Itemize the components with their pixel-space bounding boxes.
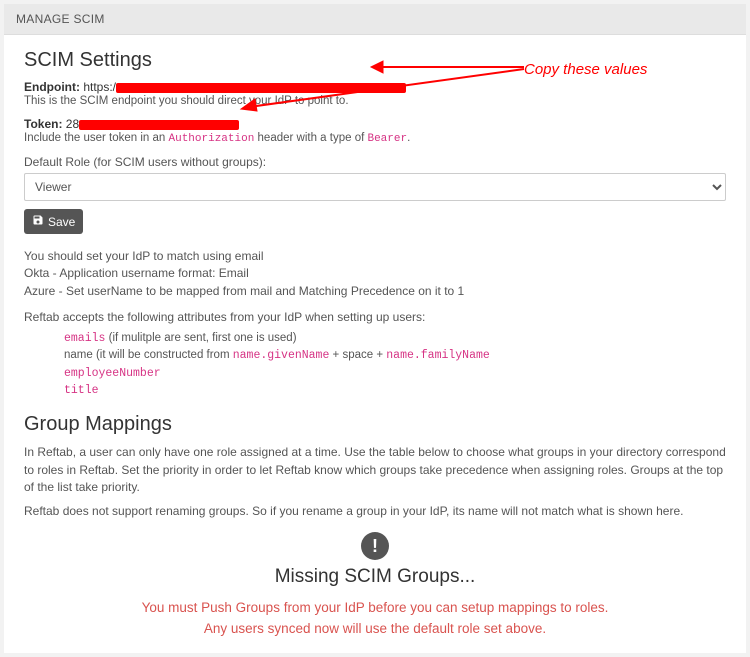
group-mappings-desc: In Reftab, a user can only have one role… <box>24 444 726 496</box>
attr-emails-rest: (if mulitple are sent, first one is used… <box>105 332 296 344</box>
attr-name-pre: name (it will be constructed from <box>64 349 233 361</box>
endpoint-label: Endpoint: <box>24 80 80 94</box>
attrs-list: emails (if mulitple are sent, first one … <box>64 330 726 399</box>
missing-groups-title: Missing SCIM Groups... <box>24 566 726 588</box>
attr-title: title <box>64 382 726 399</box>
attrs-intro: Reftab accepts the following attributes … <box>24 310 726 324</box>
attr-name: name (it will be constructed from name.g… <box>64 347 726 364</box>
idp-info-line2: Okta - Application username format: Emai… <box>24 265 726 282</box>
save-icon <box>32 214 44 229</box>
default-role-label: Default Role (for SCIM users without gro… <box>24 155 726 169</box>
exclamation-icon: ! <box>361 532 389 560</box>
attrs-block: Reftab accepts the following attributes … <box>24 310 726 399</box>
attr-title-code: title <box>64 384 99 397</box>
default-role-select[interactable]: Viewer <box>24 173 726 201</box>
token-line: Token: 28 <box>24 117 726 131</box>
missing-groups: ! Missing SCIM Groups... <box>24 532 726 588</box>
panel-title: MANAGE SCIM <box>4 4 746 35</box>
group-rename-note: Reftab does not support renaming groups.… <box>24 504 726 518</box>
arrow-icon-token <box>239 67 529 112</box>
attr-emails: emails (if mulitple are sent, first one … <box>64 330 726 347</box>
annotation-text: Copy these values <box>524 61 647 78</box>
attr-name-mid: + space + <box>329 349 386 361</box>
idp-info-line3: Azure - Set userName to be mapped from m… <box>24 283 726 300</box>
token-value-prefix: 28 <box>66 117 79 131</box>
red-line2: Any users synced now will use the defaul… <box>24 619 726 639</box>
attr-name-c2: name.familyName <box>386 349 490 362</box>
save-button[interactable]: Save <box>24 209 83 234</box>
token-hint: Include the user token in an Authorizati… <box>24 132 726 145</box>
attr-name-c1: name.givenName <box>233 349 330 362</box>
save-button-label: Save <box>48 215 75 229</box>
push-groups-warning: You must Push Groups from your IdP befor… <box>24 598 726 639</box>
panel-body: SCIM Settings Endpoint: https:/ This is … <box>4 35 746 653</box>
manage-scim-panel: MANAGE SCIM SCIM Settings Endpoint: http… <box>4 4 746 653</box>
idp-info-line1: You should set your IdP to match using e… <box>24 248 726 265</box>
token-hint-pre: Include the user token in an <box>24 132 169 144</box>
token-hint-code1: Authorization <box>169 133 255 145</box>
token-hint-code2: Bearer <box>367 133 407 145</box>
token-redacted <box>79 120 239 130</box>
idp-info: You should set your IdP to match using e… <box>24 248 726 300</box>
attr-employee: employeeNumber <box>64 365 726 382</box>
group-mappings-heading: Group Mappings <box>24 413 726 436</box>
endpoint-value-prefix: https:/ <box>83 80 116 94</box>
red-line1: You must Push Groups from your IdP befor… <box>24 598 726 618</box>
attr-employee-code: employeeNumber <box>64 367 161 380</box>
token-label: Token: <box>24 117 62 131</box>
attr-emails-code: emails <box>64 332 105 345</box>
token-hint-mid: header with a type of <box>254 132 367 144</box>
